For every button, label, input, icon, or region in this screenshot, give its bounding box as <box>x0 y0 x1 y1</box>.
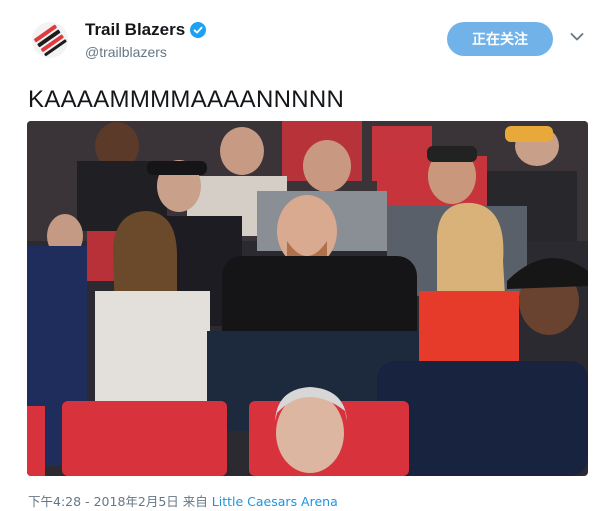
verified-badge-icon <box>190 22 206 38</box>
arena-crowd-photo <box>27 121 588 476</box>
tweet-date[interactable]: 2018年2月5日 <box>94 494 179 509</box>
meta-separator: - <box>85 494 90 509</box>
tweet-place-link[interactable]: Little Caesars Arena <box>212 494 338 509</box>
account-name[interactable]: Trail Blazers <box>85 20 185 40</box>
following-button[interactable]: 正在关注 <box>447 22 553 56</box>
tweet-time[interactable]: 下午4:28 <box>28 494 81 509</box>
chevron-down-icon[interactable] <box>570 32 584 42</box>
tweet-photo[interactable] <box>27 121 588 476</box>
tweet-text: KAAAAMMMMAAAANNNNN <box>28 86 345 113</box>
trail-blazers-logo-icon <box>32 22 68 58</box>
tweet-meta: 下午4:28-2018年2月5日 来自 Little Caesars Arena <box>28 491 338 510</box>
account-avatar[interactable] <box>32 22 68 58</box>
account-handle[interactable]: @trailblazers <box>85 44 167 60</box>
source-prefix: 来自 <box>182 494 208 509</box>
